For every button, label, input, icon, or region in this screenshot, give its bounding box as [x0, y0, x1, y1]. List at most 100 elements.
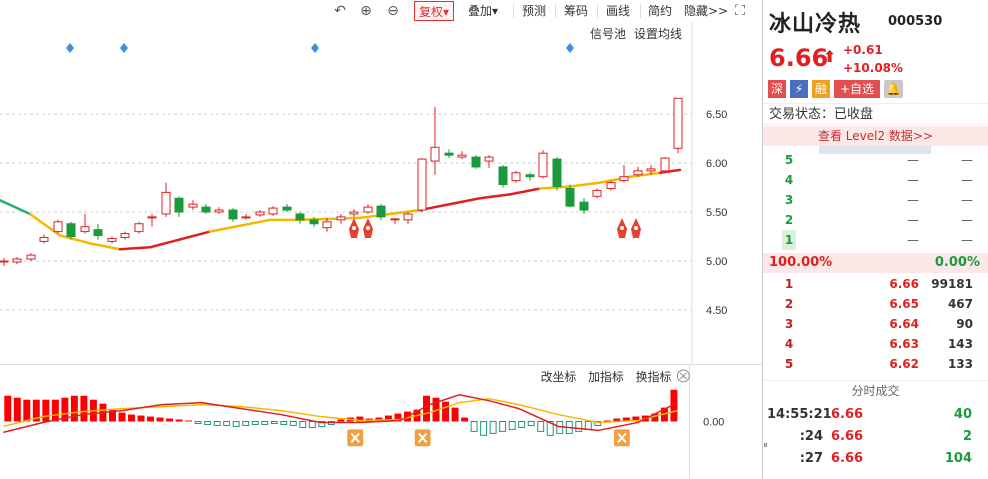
candle-up: [457, 154, 467, 158]
candle-down: [66, 223, 76, 237]
jianyue-button[interactable]: 简约: [644, 1, 676, 21]
bid-volume: 143: [947, 337, 973, 351]
ask-price: —: [907, 153, 919, 167]
candle-down: [201, 206, 211, 213]
macd-bar-down: [261, 421, 269, 425]
candle-down: [471, 156, 481, 168]
candle-up: [0, 260, 9, 263]
candle-down: [579, 201, 589, 211]
bid-row[interactable]: 3 6.64 90: [763, 314, 988, 334]
trade-time: :27: [799, 451, 823, 466]
y-tick-label: 5.00: [706, 256, 727, 268]
ask-level: 4: [784, 173, 794, 187]
rocket-window: [352, 226, 356, 230]
candle-up: [26, 254, 36, 260]
candle-up: [241, 216, 251, 219]
level2-link[interactable]: 查看 Level2 数据>>: [763, 126, 988, 146]
candle-up: [161, 191, 171, 215]
bid-row[interactable]: 2 6.65 467: [763, 294, 988, 314]
bid-row[interactable]: 5 6.62 133: [763, 354, 988, 374]
trades-title: 分时成交: [763, 380, 988, 400]
bid-price: 6.64: [889, 317, 919, 331]
bid-level: 3: [784, 317, 794, 331]
ask-price: —: [907, 233, 919, 247]
diejia-button[interactable]: 叠加▾: [464, 1, 502, 21]
set-ma-link[interactable]: 设置均线: [634, 27, 682, 41]
switch-indicator-link[interactable]: 换指标: [636, 370, 672, 384]
ask-ratio: 0.00%: [934, 255, 980, 270]
candle-down: [444, 152, 454, 156]
macd-bar-up: [451, 407, 459, 422]
candle-up: [53, 221, 63, 233]
candle-up: [390, 218, 400, 221]
bid-row[interactable]: 4 6.63 143: [763, 334, 988, 354]
macd-bar-up: [442, 401, 450, 422]
ask-volume: —: [961, 173, 973, 187]
macd-bar-up: [137, 415, 145, 422]
moving-average-segment: [478, 193, 512, 200]
trade-volume: 40: [953, 407, 972, 422]
signal-diamond-icon: [311, 43, 319, 53]
ask-volume: —: [961, 153, 973, 167]
macd-bar-up: [156, 417, 164, 422]
macd-bar-down: [308, 421, 316, 428]
add-watchlist-button[interactable]: +自选: [834, 80, 881, 98]
moving-average-segment: [208, 224, 242, 233]
bid-row[interactable]: 1 6.66 99181: [763, 274, 988, 294]
zoom-out-icon[interactable]: ⊖: [384, 2, 402, 20]
ask-row[interactable]: 1 — —: [763, 230, 988, 250]
candle-down: [174, 197, 184, 213]
candle-up: [363, 206, 373, 213]
candle-up: [214, 209, 224, 213]
sub-y-tick: 0.00: [703, 416, 724, 428]
signal-diamond-icon: [566, 43, 574, 53]
moving-average-segment: [118, 246, 152, 251]
zoom-in-icon[interactable]: ⊕: [357, 2, 375, 20]
quote-panel: 冰山冷热 000530 6.66 ⬆ +0.61 +10.08% 深 ⚡ 融 +…: [763, 0, 988, 479]
bell-icon[interactable]: 🔔: [884, 80, 904, 98]
macd-bar-down: [480, 421, 488, 436]
ask-row[interactable]: 5 — —: [763, 150, 988, 170]
indicator-chart[interactable]: 改坐标 加指标 换指标 0.00: [0, 364, 762, 479]
macd-bar-down: [251, 421, 259, 425]
fullscreen-icon[interactable]: ⛶: [731, 2, 749, 20]
macd-bar-up: [423, 395, 430, 422]
yuce-button[interactable]: 预测: [518, 1, 550, 21]
macd-bar-down: [584, 421, 592, 430]
macd-bar-down: [508, 421, 516, 430]
ask-row[interactable]: 3 — —: [763, 190, 988, 210]
sz-market-badge[interactable]: 深: [768, 80, 786, 98]
moving-average-segment: [178, 230, 212, 241]
bid-level: 4: [784, 337, 794, 351]
bid-volume: 133: [947, 357, 973, 371]
change-axis-link[interactable]: 改坐标: [541, 370, 577, 384]
macd-bar-down: [194, 421, 202, 424]
add-indicator-link[interactable]: 加指标: [588, 370, 624, 384]
candle-down: [295, 213, 305, 221]
undo-icon[interactable]: ↶: [331, 2, 349, 20]
moving-average-segment: [238, 218, 272, 227]
trade-status: 交易状态：已收盘: [763, 103, 988, 125]
yincang-button[interactable]: 隐藏>>: [680, 1, 732, 21]
ask-price: —: [907, 213, 919, 227]
macd-bar-up: [70, 395, 78, 422]
margin-badge[interactable]: 融: [812, 80, 830, 98]
candle-up: [188, 203, 198, 208]
kline-chart[interactable]: 6.50 6.00 5.50 5.00 4.50 信号池 设置均线: [0, 22, 762, 364]
ask-row[interactable]: 2 — —: [763, 210, 988, 230]
collapse-handle-icon[interactable]: ⏸: [763, 440, 771, 451]
close-icon[interactable]: [676, 369, 690, 383]
signal-pool-link[interactable]: 信号池: [590, 27, 626, 41]
candle-up: [403, 213, 413, 221]
lightning-icon[interactable]: ⚡: [790, 80, 808, 98]
chouma-button[interactable]: 筹码: [560, 1, 592, 21]
stock-code: 000530: [888, 14, 943, 29]
fuquan-button[interactable]: 复权▾: [414, 1, 455, 21]
macd-bar-down: [470, 421, 478, 432]
candle-up: [12, 258, 22, 263]
y-tick-label: 6.50: [706, 109, 727, 121]
ask-row[interactable]: 4 — —: [763, 170, 988, 190]
huaxian-button[interactable]: 画线: [602, 1, 634, 21]
macd-bar-down: [499, 421, 507, 432]
bid-price: 6.66: [889, 277, 919, 291]
